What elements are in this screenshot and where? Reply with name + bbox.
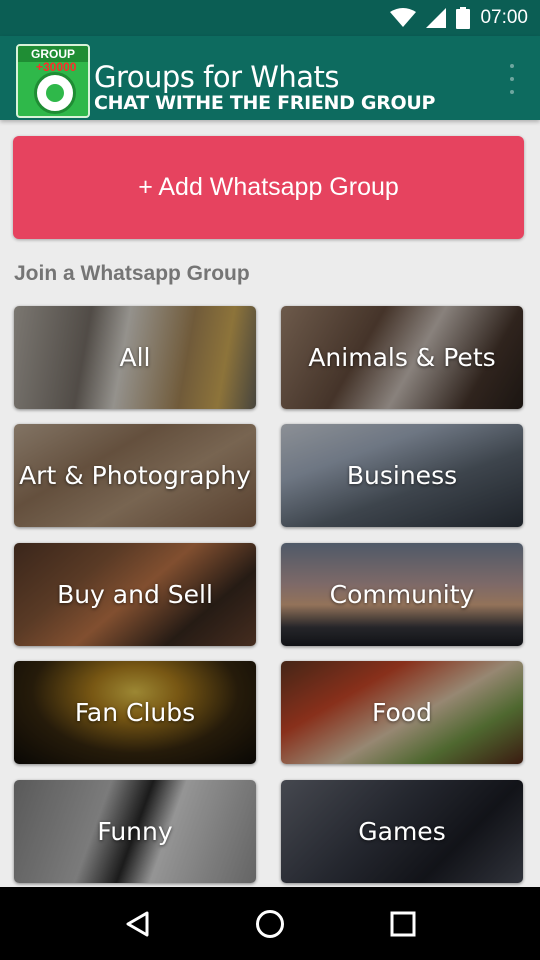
- home-icon[interactable]: [250, 904, 290, 944]
- category-label: All: [119, 343, 151, 372]
- app-title: Groups for Whats: [94, 60, 340, 94]
- category-tile-art-photography[interactable]: Art & Photography: [14, 424, 256, 527]
- category-label: Fan Clubs: [74, 698, 196, 727]
- category-label: Business: [346, 461, 458, 490]
- category-tile-fan-clubs[interactable]: Fan Clubs: [14, 661, 256, 764]
- category-tile-business[interactable]: Business: [281, 424, 523, 527]
- recents-icon[interactable]: [383, 904, 423, 944]
- back-icon[interactable]: [117, 904, 157, 944]
- app-bar: GROUP +30000 Groups for Whats CHAT WITHE…: [0, 36, 540, 120]
- category-tile-funny[interactable]: Funny: [14, 780, 256, 883]
- status-bar: 07:00: [0, 0, 540, 36]
- status-time: 07:00: [480, 7, 528, 28]
- category-tile-animals-pets[interactable]: Animals & Pets: [281, 306, 523, 409]
- app-subtitle: CHAT WITHE THE FRIEND GROUP: [94, 92, 436, 114]
- category-label: Funny: [97, 817, 173, 846]
- more-vert-icon[interactable]: [504, 64, 520, 94]
- category-tile-community[interactable]: Community: [281, 543, 523, 646]
- chat-bubble-icon: [34, 72, 76, 114]
- category-label: Community: [329, 580, 475, 609]
- add-whatsapp-group-button[interactable]: + Add Whatsapp Group: [13, 136, 524, 239]
- wifi-icon: [390, 8, 417, 27]
- category-tile-food[interactable]: Food: [281, 661, 523, 764]
- category-tile-games[interactable]: Games: [281, 780, 523, 883]
- category-tile-all[interactable]: All: [14, 306, 256, 409]
- category-label: Food: [372, 698, 432, 727]
- category-label: Buy and Sell: [57, 580, 213, 609]
- category-label: Art & Photography: [19, 461, 251, 490]
- app-logo: GROUP +30000: [16, 44, 90, 118]
- category-label: Games: [358, 817, 446, 846]
- section-title: Join a Whatsapp Group: [14, 262, 250, 285]
- battery-icon: [456, 7, 471, 29]
- cellular-signal-icon: [426, 8, 447, 28]
- navigation-bar: [0, 887, 540, 960]
- category-tile-buy-and-sell[interactable]: Buy and Sell: [14, 543, 256, 646]
- category-label: Animals & Pets: [308, 343, 496, 372]
